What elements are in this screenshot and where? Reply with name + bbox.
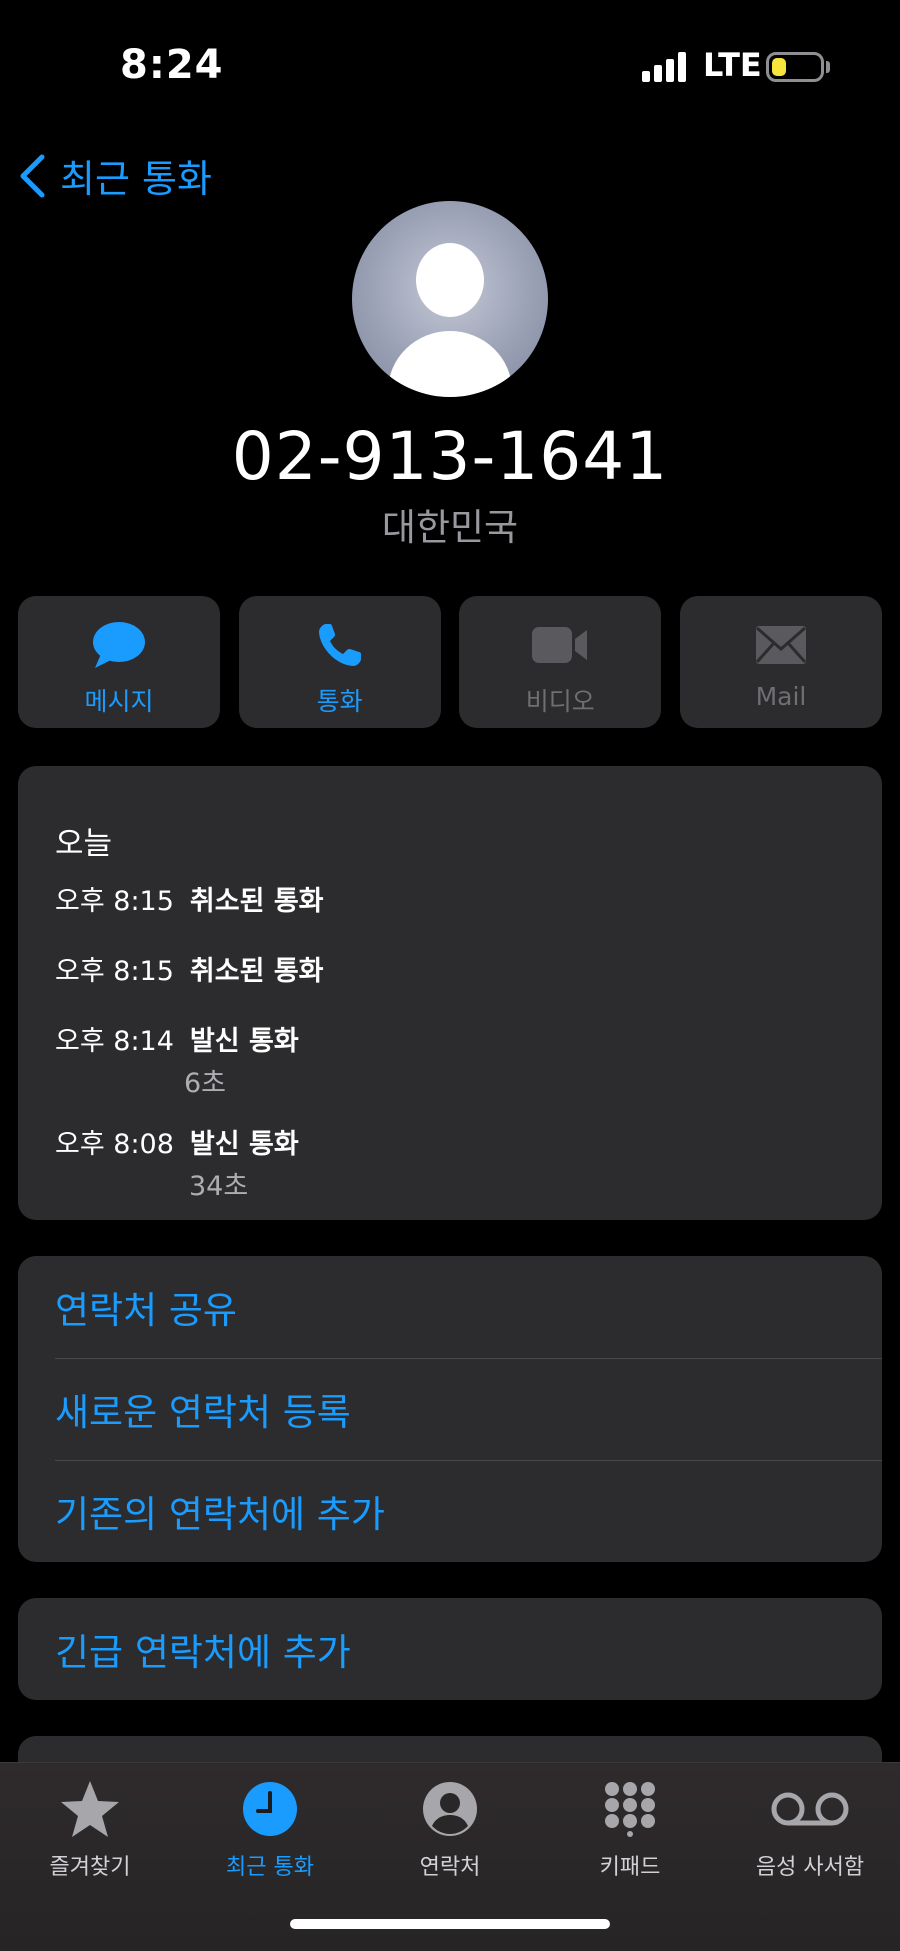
call-entry: 오후 8:15 취소된 통화: [55, 879, 324, 918]
clock-icon: [243, 1782, 297, 1836]
keypad-icon: [605, 1782, 655, 1837]
call-time: 오후 8:14: [55, 1026, 174, 1057]
message-button[interactable]: 메시지: [18, 596, 220, 728]
share-contact-button[interactable]: 연락처 공유: [18, 1256, 882, 1358]
battery-icon: [766, 52, 824, 82]
network-type: LTE: [703, 46, 762, 84]
tab-label: 키패드: [599, 1855, 661, 1880]
call-type: 취소된 통화: [189, 886, 324, 917]
mail-button[interactable]: Mail: [679, 596, 882, 728]
create-new-contact-button[interactable]: 새로운 연락처 등록: [18, 1358, 882, 1460]
tab-favorites[interactable]: 즐겨찾기: [0, 1763, 180, 1881]
voicemail-icon: [771, 1792, 849, 1826]
call-duration: 34초: [189, 1171, 249, 1202]
envelope-icon: [755, 626, 807, 664]
tab-recents[interactable]: 최근 통화: [180, 1763, 360, 1881]
home-indicator: [290, 1919, 610, 1929]
chevron-left-icon: [20, 154, 45, 197]
star-icon: [61, 1781, 119, 1837]
call-entry: 오후 8:15 취소된 통화: [55, 949, 324, 988]
status-time: 8:24: [120, 42, 224, 88]
video-camera-icon: [532, 627, 588, 663]
message-label: 메시지: [84, 687, 154, 716]
video-label: 비디오: [525, 687, 595, 716]
tab-label: 음성 사서함: [755, 1855, 865, 1880]
call-type: 발신 통화: [189, 1026, 299, 1057]
signal-strength-icon: [642, 52, 686, 82]
contact-actions-card: 연락처 공유 새로운 연락처 등록 기존의 연락처에 추가: [18, 1256, 882, 1562]
tab-voicemail[interactable]: 음성 사서함: [720, 1763, 900, 1881]
tab-label: 즐겨찾기: [49, 1855, 131, 1880]
phone-number: 02-913-1641: [231, 418, 669, 495]
video-button[interactable]: 비디오: [459, 596, 662, 728]
call-time: 오후 8:15: [55, 886, 174, 917]
call-type: 발신 통화: [189, 1129, 299, 1160]
message-bubble-icon: [93, 622, 145, 668]
phone-country: 대한민국: [381, 506, 519, 549]
tab-label: 최근 통화: [226, 1855, 314, 1880]
tab-keypad[interactable]: 키패드: [540, 1763, 720, 1881]
call-entry: 오후 8:08 발신 통화 34초: [55, 1122, 299, 1202]
call-time: 오후 8:08: [55, 1129, 174, 1160]
tab-label: 연락처: [419, 1855, 481, 1880]
contact-avatar: [352, 201, 548, 397]
emergency-card: 긴급 연락처에 추가: [18, 1598, 882, 1700]
call-label: 통화: [316, 687, 363, 716]
person-circle-icon: [423, 1782, 477, 1836]
call-button[interactable]: 통화: [238, 596, 441, 728]
call-history-card: 오늘 오후 8:15 취소된 통화 오후 8:15 취소된 통화 오후 8:14 발신…: [18, 766, 882, 1220]
quick-actions: 메시지 통화 비디오 Mail: [18, 596, 882, 728]
call-duration: 6초: [184, 1068, 227, 1099]
call-entry: 오후 8:14 발신 통화 6초: [55, 1019, 299, 1099]
call-time: 오후 8:15: [55, 956, 174, 987]
call-type: 취소된 통화: [189, 956, 324, 987]
tab-contacts[interactable]: 연락처: [360, 1763, 540, 1881]
battery-cap: [826, 61, 830, 73]
back-label: 최근 통화: [60, 157, 212, 201]
mail-label: Mail: [755, 682, 807, 711]
add-emergency-contact-button[interactable]: 긴급 연락처에 추가: [18, 1598, 882, 1700]
history-day: 오늘: [55, 826, 113, 862]
phone-icon: [318, 624, 361, 666]
back-button[interactable]: 최근 통화: [18, 148, 212, 203]
add-to-existing-contact-button[interactable]: 기존의 연락처에 추가: [18, 1460, 882, 1562]
